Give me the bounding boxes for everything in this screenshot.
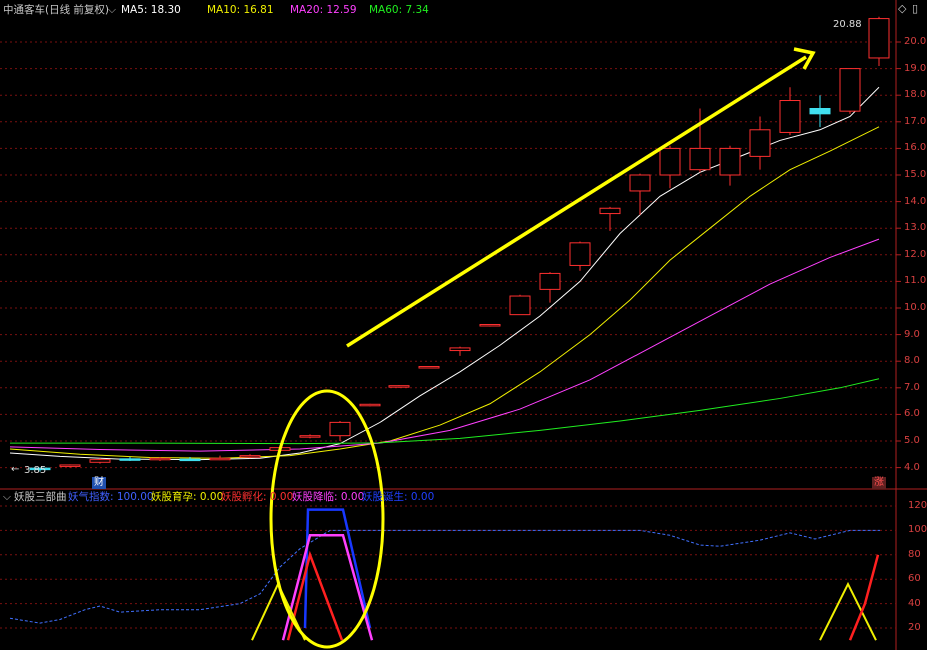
- indicator-item-3: 妖股降临: 0.00: [292, 491, 365, 503]
- price-tick-label: 19.0: [904, 62, 927, 74]
- sub-tick-label: 20: [908, 622, 921, 633]
- price-tick-label: 10.0: [904, 302, 927, 313]
- price-tick-label: 6.0: [904, 408, 920, 420]
- candle-body: [179, 458, 201, 462]
- sub-tick-label: 80: [908, 548, 921, 560]
- price-tick-label: 20.0: [904, 36, 927, 47]
- low-price-label: 3.85: [24, 465, 47, 476]
- price-tick-label: 15.0: [904, 169, 927, 180]
- annotation-ellipse: [269, 389, 385, 649]
- candle-body: [329, 421, 351, 437]
- candle-body: [119, 458, 141, 461]
- sub-tick-label: 40: [908, 597, 921, 609]
- square-icon[interactable]: ▯: [912, 3, 918, 15]
- price-tick-label: 9.0: [904, 328, 920, 340]
- candle-body: [779, 100, 801, 133]
- price-tick-label: 17.0: [904, 115, 927, 127]
- indicator-item-4: 妖股诞生: 0.00: [362, 491, 435, 503]
- ma20-label: MA20: 12.59: [290, 4, 357, 16]
- candle-body: [629, 174, 651, 192]
- candle-body: [689, 147, 711, 171]
- candle-body: [209, 457, 231, 461]
- candle-body: [839, 68, 861, 112]
- ma5-label: MA5: 18.30: [121, 4, 181, 16]
- candle-body: [388, 385, 410, 388]
- diamond-icon[interactable]: ◇: [898, 3, 906, 15]
- indicator-name: 妖股三部曲: [14, 491, 67, 503]
- ma20-line: [9, 238, 880, 452]
- candle-body: [749, 129, 771, 157]
- candle-body: [539, 272, 561, 290]
- candle-body: [868, 18, 890, 59]
- ma-toggle-icon[interactable]: ⌵: [108, 4, 116, 16]
- ma60-label: MA60: 7.34: [369, 4, 429, 16]
- price-tick-label: 14.0: [904, 195, 927, 207]
- candle-body: [569, 242, 591, 266]
- candle-body: [239, 455, 261, 458]
- price-tick-label: 12.0: [904, 248, 927, 260]
- limit-up-marker[interactable]: 涨: [872, 477, 886, 489]
- low-arrow-icon: ←: [11, 464, 20, 475]
- ma10-line: [9, 126, 880, 459]
- price-tick-label: 7.0: [904, 381, 920, 393]
- ma10-label: MA10: 16.81: [207, 4, 274, 16]
- sub-toggle-icon[interactable]: ⌵: [3, 491, 11, 503]
- candle-body: [89, 459, 111, 463]
- candle-body: [449, 347, 471, 352]
- stock-title: 中通客车(日线 前复权): [3, 4, 110, 16]
- candle-body: [149, 457, 171, 461]
- candle-body: [659, 147, 681, 176]
- price-tick-label: 4.0: [904, 461, 920, 473]
- kline-chart[interactable]: [0, 0, 927, 650]
- candle-body: [299, 435, 321, 438]
- finance-marker[interactable]: 财: [92, 477, 106, 489]
- price-tick-label: 8.0: [904, 355, 920, 367]
- sub-tick-label: 60: [908, 573, 921, 585]
- indicator-item-2: 妖股孵化: 0.00: [221, 491, 294, 503]
- candle-body: [479, 323, 501, 327]
- nurture-line: [251, 581, 306, 641]
- price-tick-label: 13.0: [904, 222, 927, 234]
- spirit-index-line: [9, 529, 880, 624]
- price-tick-label: 16.0: [904, 142, 927, 154]
- sub-tick-label: 120: [908, 500, 927, 511]
- price-tick-label: 5.0: [904, 435, 920, 446]
- candle-body: [599, 207, 621, 215]
- ma60-line: [10, 378, 880, 445]
- indicator-item-1: 妖股育孕: 0.00: [151, 491, 224, 503]
- high-price-label: 20.88: [833, 19, 862, 30]
- indicator-item-0: 妖气指数: 100.00: [68, 491, 154, 503]
- candle-body: [359, 403, 381, 407]
- price-tick-label: 18.0: [904, 89, 927, 101]
- ma5-line: [9, 86, 880, 461]
- price-tick-label: 11.0: [904, 275, 927, 287]
- sub-tick-label: 100: [908, 524, 927, 536]
- candle-body: [719, 147, 741, 176]
- candle-body: [59, 464, 81, 467]
- candle-body: [509, 295, 531, 316]
- candle-body: [809, 108, 831, 115]
- candle-body: [418, 366, 440, 369]
